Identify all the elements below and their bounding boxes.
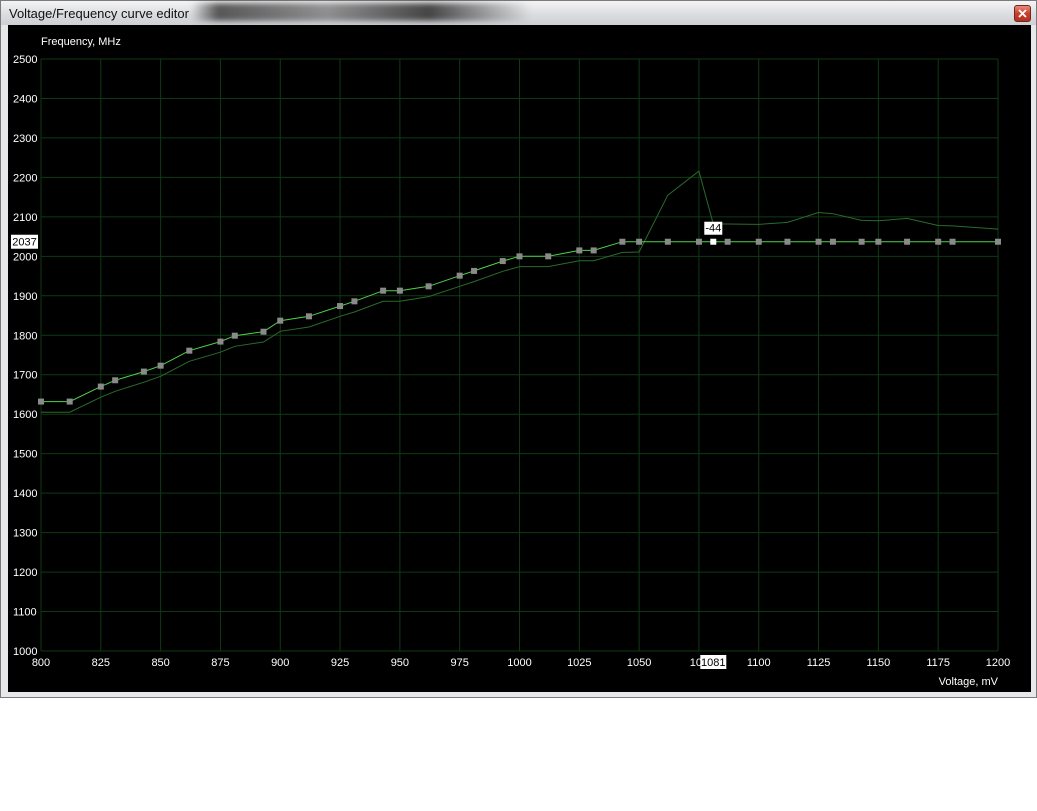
curve-point[interactable] bbox=[664, 238, 671, 245]
curve-editor-window: Voltage/Frequency curve editor 1000 1100 1… bbox=[0, 0, 1037, 698]
curve-point[interactable] bbox=[545, 253, 552, 260]
x-tick-label: 975 bbox=[451, 657, 469, 669]
curve-point[interactable] bbox=[217, 338, 224, 345]
y-tick-label: 1400 bbox=[13, 488, 37, 500]
curve-point[interactable] bbox=[277, 317, 284, 324]
y-tick-label: 1800 bbox=[13, 330, 37, 342]
vf-curve-chart[interactable]: 1000 1100 1200 1300 1400 1500 1600 1700 1800 1900… bbox=[8, 25, 1031, 692]
y-tick-label: 2400 bbox=[13, 93, 37, 105]
x-tick-label: 950 bbox=[391, 657, 409, 669]
curve-point[interactable] bbox=[456, 272, 463, 279]
curve-point[interactable] bbox=[112, 377, 119, 384]
y-tick-label: 1200 bbox=[13, 567, 37, 579]
curve-point[interactable] bbox=[516, 253, 523, 260]
curve-point[interactable] bbox=[576, 247, 583, 254]
y-tick-label: 2200 bbox=[13, 172, 37, 184]
y-tick-label: 2100 bbox=[13, 212, 37, 224]
curve-point[interactable] bbox=[157, 362, 164, 369]
curve-point[interactable] bbox=[140, 368, 147, 375]
curve-point[interactable] bbox=[186, 347, 193, 354]
x-tick-label: 1000 bbox=[507, 657, 531, 669]
x-tick-label: 1125 bbox=[807, 657, 831, 669]
selected-curve-point[interactable] bbox=[710, 238, 717, 245]
y-tick-label: 1100 bbox=[13, 607, 37, 619]
curve-point[interactable] bbox=[425, 283, 432, 290]
close-button[interactable] bbox=[1014, 5, 1031, 22]
title-bar-blurred-region bbox=[191, 3, 531, 21]
x-tick-labels: 800 825 850 875 900 925 950 975 1000 1025 1050 101 1… bbox=[32, 657, 1010, 669]
window-title: Voltage/Frequency curve editor bbox=[9, 6, 189, 21]
curve-point[interactable] bbox=[351, 298, 358, 305]
curve-point[interactable] bbox=[829, 238, 836, 245]
curve-point[interactable] bbox=[337, 303, 344, 310]
y-tick-label: 2300 bbox=[13, 133, 37, 145]
y-tick-label: 1600 bbox=[13, 409, 37, 421]
curve-point[interactable] bbox=[755, 238, 762, 245]
x-tick-label: 900 bbox=[271, 657, 289, 669]
y-tick-label: 2000 bbox=[13, 251, 37, 263]
y-tick-labels: 1000110012001300140015001600170018001900… bbox=[13, 54, 37, 658]
y-cursor-label: 2037 bbox=[12, 237, 36, 249]
x-axis-title: Voltage, mV bbox=[939, 676, 999, 688]
curve-point[interactable] bbox=[619, 238, 626, 245]
x-tick-label: 875 bbox=[211, 657, 229, 669]
grid-lines bbox=[40, 58, 999, 652]
y-tick-label: 1700 bbox=[13, 370, 37, 382]
curve-point[interactable] bbox=[396, 287, 403, 294]
y-tick-label: 1500 bbox=[13, 449, 37, 461]
curve-point[interactable] bbox=[471, 267, 478, 274]
curve-point[interactable] bbox=[97, 383, 104, 390]
curve-point[interactable] bbox=[66, 398, 73, 405]
close-icon bbox=[1018, 9, 1027, 18]
curve-point[interactable] bbox=[995, 238, 1001, 245]
curve-point[interactable] bbox=[499, 258, 506, 265]
curve-point[interactable] bbox=[260, 328, 267, 335]
curve-point[interactable] bbox=[636, 238, 643, 245]
curve-point[interactable] bbox=[784, 238, 791, 245]
curve-point[interactable] bbox=[935, 238, 942, 245]
chart-canvas[interactable]: 1000 1100 1200 1300 1400 1500 1600 1700 1800 1900… bbox=[8, 25, 1031, 692]
curve-point[interactable] bbox=[695, 238, 702, 245]
x-tick-label: 1050 bbox=[627, 657, 651, 669]
cursor-annotations: -44 2037 1081 bbox=[11, 221, 727, 669]
x-tick-label: 800 bbox=[32, 657, 50, 669]
x-tick-label: 925 bbox=[331, 657, 349, 669]
curve-point[interactable] bbox=[590, 247, 597, 254]
x-cursor-label: 1081 bbox=[701, 657, 725, 669]
offset-label: -44 bbox=[705, 223, 721, 235]
curve-point[interactable] bbox=[305, 313, 312, 320]
curve-point[interactable] bbox=[231, 332, 238, 339]
curve-point[interactable] bbox=[815, 238, 822, 245]
y-axis-title: Frequency, MHz bbox=[41, 36, 121, 48]
x-tick-label: 1200 bbox=[986, 657, 1010, 669]
curve-point[interactable] bbox=[875, 238, 882, 245]
curve-point[interactable] bbox=[38, 398, 44, 405]
x-tick-label: 1175 bbox=[926, 657, 950, 669]
curve-point[interactable] bbox=[858, 238, 865, 245]
x-tick-label: 1150 bbox=[867, 657, 891, 669]
curve-point[interactable] bbox=[724, 238, 731, 245]
x-tick-label: 825 bbox=[92, 657, 110, 669]
curve-point[interactable] bbox=[380, 287, 387, 294]
curve-point[interactable] bbox=[949, 238, 956, 245]
y-tick-label: 1300 bbox=[13, 528, 37, 540]
x-tick-label: 1100 bbox=[747, 657, 771, 669]
title-bar[interactable]: Voltage/Frequency curve editor bbox=[1, 1, 1036, 25]
y-tick-label: 1900 bbox=[13, 291, 37, 303]
curve-point[interactable] bbox=[904, 238, 911, 245]
x-tick-label: 1025 bbox=[567, 657, 591, 669]
y-tick-label: 2500 bbox=[13, 54, 37, 66]
x-tick-label: 850 bbox=[151, 657, 169, 669]
